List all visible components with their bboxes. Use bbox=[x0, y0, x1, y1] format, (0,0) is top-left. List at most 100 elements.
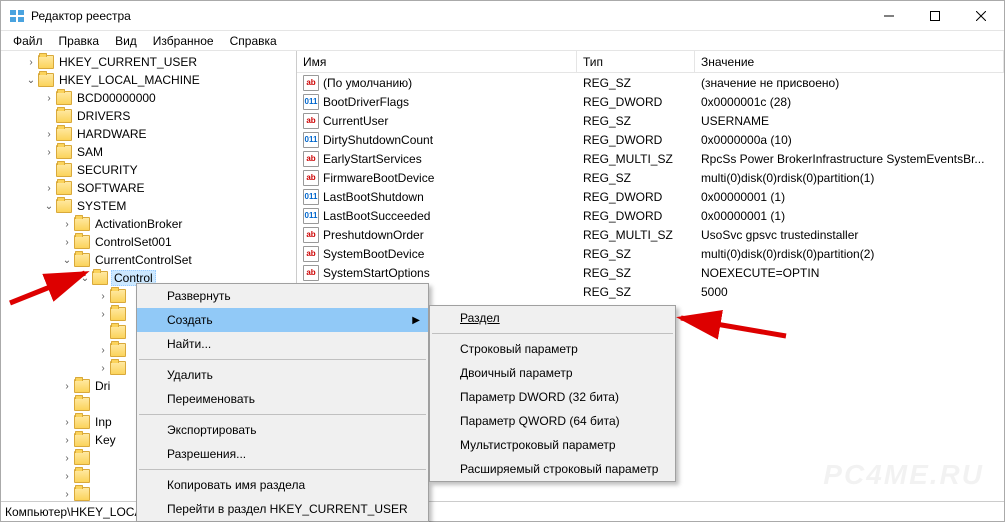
expand-icon[interactable]: › bbox=[61, 381, 73, 392]
tree-item[interactable]: ›ActivationBroker bbox=[1, 215, 296, 233]
value-row[interactable]: abSystemStartOptionsREG_SZ NOEXECUTE=OPT… bbox=[297, 263, 1004, 282]
folder-icon bbox=[74, 487, 90, 501]
tree-item-label: SOFTWARE bbox=[75, 181, 147, 195]
tree-item[interactable]: ⌄ HKEY_LOCAL_MACHINE bbox=[1, 71, 296, 89]
minimize-button[interactable] bbox=[866, 1, 912, 30]
value-row[interactable]: 011LastBootSucceededREG_DWORD0x00000001 … bbox=[297, 206, 1004, 225]
expand-icon[interactable]: › bbox=[61, 417, 73, 428]
tree-item[interactable]: ›HARDWARE bbox=[1, 125, 296, 143]
value-type: REG_SZ bbox=[577, 266, 695, 280]
value-type: REG_SZ bbox=[577, 247, 695, 261]
menu-file[interactable]: Файл bbox=[5, 32, 51, 50]
tree-item[interactable]: SECURITY bbox=[1, 161, 296, 179]
menu-separator bbox=[139, 414, 426, 415]
expand-icon[interactable]: › bbox=[97, 309, 109, 320]
menu-item-label: Перейти в раздел HKEY_CURRENT_USER bbox=[167, 502, 408, 516]
value-data: 0x00000001 (1) bbox=[695, 209, 1004, 223]
menu-edit[interactable]: Правка bbox=[51, 32, 108, 50]
menu-item-label: Строковый параметр bbox=[460, 342, 578, 356]
menu-item[interactable]: Параметр DWORD (32 бита) bbox=[430, 385, 675, 409]
col-name[interactable]: Имя bbox=[297, 51, 577, 72]
expand-icon[interactable]: › bbox=[61, 237, 73, 248]
menu-item[interactable]: Переименовать bbox=[137, 387, 428, 411]
tree-item[interactable]: ›ControlSet001 bbox=[1, 233, 296, 251]
menu-view[interactable]: Вид bbox=[107, 32, 145, 50]
expand-icon[interactable]: › bbox=[61, 219, 73, 230]
value-row[interactable]: abFirmwareBootDeviceREG_SZmulti(0)disk(0… bbox=[297, 168, 1004, 187]
folder-icon bbox=[56, 127, 72, 141]
menu-item[interactable]: Мультистроковый параметр bbox=[430, 433, 675, 457]
menu-item[interactable]: Строковый параметр bbox=[430, 337, 675, 361]
expand-icon[interactable]: ⌄ bbox=[25, 75, 37, 86]
string-value-icon: ab bbox=[303, 170, 319, 186]
value-name: PreshutdownOrder bbox=[323, 228, 424, 242]
expand-icon[interactable]: › bbox=[61, 471, 73, 482]
menu-item[interactable]: Расширяемый строковый параметр bbox=[430, 457, 675, 481]
menu-item-label: Удалить bbox=[167, 368, 213, 382]
col-type[interactable]: Тип bbox=[577, 51, 695, 72]
menu-item[interactable]: Перейти в раздел HKEY_CURRENT_USER bbox=[137, 497, 428, 521]
tree-item[interactable]: ⌄SYSTEM bbox=[1, 197, 296, 215]
tree-item[interactable]: ⌄ CurrentControlSet bbox=[1, 251, 296, 269]
value-type: REG_SZ bbox=[577, 285, 695, 299]
value-row[interactable]: 011LastBootShutdownREG_DWORD0x00000001 (… bbox=[297, 187, 1004, 206]
value-row[interactable]: abEarlyStartServicesREG_MULTI_SZRpcSs Po… bbox=[297, 149, 1004, 168]
value-name: SystemBootDevice bbox=[323, 247, 424, 261]
value-row[interactable]: 011DirtyShutdownCountREG_DWORD0x0000000a… bbox=[297, 130, 1004, 149]
tree-item-label: CurrentControlSet bbox=[93, 253, 194, 267]
menu-item[interactable]: Двоичный параметр bbox=[430, 361, 675, 385]
value-row[interactable]: abSystemBootDeviceREG_SZmulti(0)disk(0)r… bbox=[297, 244, 1004, 263]
expand-icon[interactable]: ⌄ bbox=[43, 201, 55, 212]
expand-icon[interactable]: › bbox=[61, 435, 73, 446]
value-name: (По умолчанию) bbox=[323, 76, 412, 90]
expand-icon[interactable]: › bbox=[97, 345, 109, 356]
expand-icon[interactable]: › bbox=[97, 291, 109, 302]
value-row[interactable]: abPreshutdownOrderREG_MULTI_SZUsoSvc gps… bbox=[297, 225, 1004, 244]
tree-item-label: Inp bbox=[93, 415, 114, 429]
menu-item[interactable]: Копировать имя раздела bbox=[137, 473, 428, 497]
tree-item[interactable]: › SOFTWARE bbox=[1, 179, 296, 197]
tree-item[interactable]: DRIVERS bbox=[1, 107, 296, 125]
value-row[interactable]: 011BootDriverFlagsREG_DWORD0x0000001c (2… bbox=[297, 92, 1004, 111]
col-value[interactable]: Значение bbox=[695, 51, 1004, 72]
menu-item[interactable]: Раздел bbox=[430, 306, 675, 330]
expand-icon[interactable]: › bbox=[43, 129, 55, 140]
tree-item-label: SECURITY bbox=[75, 163, 140, 177]
expand-icon[interactable]: › bbox=[43, 183, 55, 194]
string-value-icon: ab bbox=[303, 265, 319, 281]
expand-icon[interactable]: › bbox=[43, 147, 55, 158]
menu-favorites[interactable]: Избранное bbox=[145, 32, 222, 50]
folder-icon bbox=[56, 145, 72, 159]
tree-item-label: HKEY_LOCAL_MACHINE bbox=[57, 73, 202, 87]
expand-icon[interactable]: ⌄ bbox=[61, 255, 73, 266]
menu-item[interactable]: Развернуть bbox=[137, 284, 428, 308]
value-type: REG_DWORD bbox=[577, 133, 695, 147]
value-data: 0x00000001 (1) bbox=[695, 190, 1004, 204]
menu-item[interactable]: Создать▶ bbox=[137, 308, 428, 332]
menu-help[interactable]: Справка bbox=[222, 32, 285, 50]
menu-item[interactable]: Найти... bbox=[137, 332, 428, 356]
tree-item[interactable]: ›HKEY_CURRENT_USER bbox=[1, 53, 296, 71]
expand-icon[interactable]: › bbox=[61, 489, 73, 500]
expand-icon[interactable]: ⌄ bbox=[79, 273, 91, 284]
value-name: EarlyStartServices bbox=[323, 152, 422, 166]
value-row[interactable]: ab(По умолчанию)REG_SZ(значение не присв… bbox=[297, 73, 1004, 92]
folder-icon bbox=[110, 325, 126, 339]
menu-item[interactable]: Удалить bbox=[137, 363, 428, 387]
expand-icon[interactable]: › bbox=[25, 57, 37, 68]
maximize-button[interactable] bbox=[912, 1, 958, 30]
expand-icon[interactable]: › bbox=[61, 453, 73, 464]
string-value-icon: ab bbox=[303, 113, 319, 129]
expand-icon[interactable]: › bbox=[43, 93, 55, 104]
menu-item[interactable]: Экспортировать bbox=[137, 418, 428, 442]
value-row[interactable]: abCurrentUserREG_SZUSERNAME bbox=[297, 111, 1004, 130]
menu-item-label: Параметр QWORD (64 бита) bbox=[460, 414, 620, 428]
menu-item[interactable]: Разрешения... bbox=[137, 442, 428, 466]
menu-item[interactable]: Параметр QWORD (64 бита) bbox=[430, 409, 675, 433]
tree-item[interactable]: ›BCD00000000 bbox=[1, 89, 296, 107]
close-icon bbox=[976, 11, 986, 21]
tree-item[interactable]: ›SAM bbox=[1, 143, 296, 161]
expand-icon[interactable]: › bbox=[97, 363, 109, 374]
close-button[interactable] bbox=[958, 1, 1004, 30]
value-data: multi(0)disk(0)rdisk(0)partition(1) bbox=[695, 171, 1004, 185]
